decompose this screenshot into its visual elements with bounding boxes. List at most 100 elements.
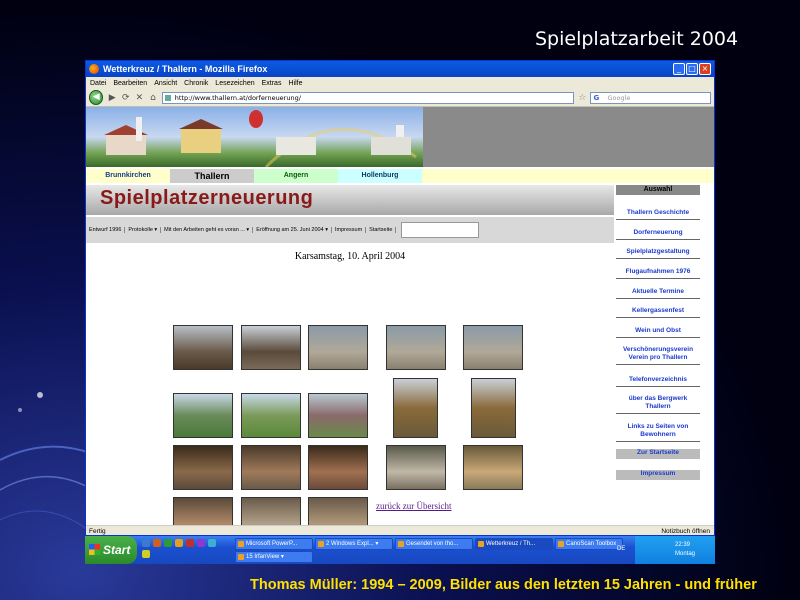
system-tray: DE 22:39 Montag [617, 536, 715, 564]
app-icon[interactable] [142, 550, 150, 558]
home-icon[interactable]: ⌂ [148, 93, 158, 103]
sub-navigation: Entwurf 1996 Protokolle ▾ Mit den Arbeit… [86, 217, 614, 243]
sidebar-item-wein-obst[interactable]: Wein und Obst [616, 327, 700, 338]
subnav-eroeffnung[interactable]: Eröffnung am 25. Juni 2004 ▾ [256, 227, 332, 233]
favicon-icon [164, 94, 171, 101]
menu-bar: Datei Bearbeiten Ansicht Chronik Lesezei… [86, 77, 714, 89]
menu-extras[interactable]: Extras [262, 80, 282, 87]
subnav-startseite[interactable]: Startseite [369, 227, 397, 233]
task-gesendet[interactable]: Gesendet von tho... [395, 538, 473, 550]
reload-icon[interactable]: ⟳ [121, 93, 131, 103]
app-icon[interactable] [186, 539, 194, 547]
nav-toolbar: ◀ ▶ ⟳ ✕ ⌂ http://www.thallern.at/dorfern… [86, 89, 714, 107]
bookmark-star-icon[interactable]: ☆ [578, 93, 586, 103]
sidebar: Auswahl Thallern Geschichte Dorferneueru… [614, 185, 714, 525]
photo-thumbnail[interactable] [386, 445, 446, 490]
photo-thumbnail[interactable] [173, 325, 233, 370]
stop-icon[interactable]: ✕ [135, 93, 145, 103]
minimize-button[interactable]: _ [673, 63, 685, 75]
close-button[interactable]: × [699, 63, 711, 75]
task-powerpoint[interactable]: Microsoft PowerP... [235, 538, 313, 550]
firefox-icon [89, 64, 99, 74]
sidebar-item-links[interactable]: Links zu Seiten von Bewohnern [616, 423, 700, 442]
subnav-entwurf[interactable]: Entwurf 1996 [89, 227, 126, 233]
photo-thumbnail[interactable] [308, 497, 368, 525]
photo-thumbnail[interactable] [241, 445, 301, 490]
subnav-arbeiten[interactable]: Mit den Arbeiten geht es voran ... ▾ [164, 227, 254, 233]
sidebar-item-dorferneuerung[interactable]: Dorferneuerung [616, 229, 700, 240]
back-to-overview-link[interactable]: zurück zur Übersicht [376, 501, 451, 511]
app-icon[interactable] [208, 539, 216, 547]
sidebar-item-telefon[interactable]: Telefonverzeichnis [616, 376, 700, 387]
menu-bearbeiten[interactable]: Bearbeiten [113, 80, 147, 87]
menu-lesezeichen[interactable]: Lesezeichen [215, 80, 254, 87]
photo-thumbnail[interactable] [241, 393, 301, 438]
photo-thumbnail[interactable] [308, 445, 368, 490]
photo-thumbnail[interactable] [173, 445, 233, 490]
app-icon[interactable] [164, 539, 172, 547]
page-headline: Spielplatzerneuerung [86, 185, 614, 215]
photo-thumbnail[interactable] [241, 497, 301, 525]
sidebar-item-spielplatzgestaltung[interactable]: Spielplatzgestaltung [616, 248, 700, 259]
photo-thumbnail[interactable] [308, 325, 368, 370]
subnav-protokolle[interactable]: Protokolle ▾ [128, 227, 162, 233]
photo-thumbnail[interactable] [463, 325, 523, 370]
maximize-button[interactable]: □ [686, 63, 698, 75]
app-icon[interactable] [175, 539, 183, 547]
quick-launch [142, 539, 226, 558]
sidebar-item-kellergassenfest[interactable]: Kellergassenfest [616, 307, 700, 318]
menu-chronik[interactable]: Chronik [184, 80, 208, 87]
village-panorama-image [86, 107, 423, 167]
menu-ansicht[interactable]: Ansicht [154, 80, 177, 87]
subnav-impressum[interactable]: Impressum [335, 227, 367, 233]
photo-thumbnail[interactable] [241, 325, 301, 370]
desktop-icon[interactable] [142, 539, 150, 547]
photo-thumbnail[interactable] [463, 445, 523, 490]
taskbar: Start Microsoft PowerP... 2 Windows Expl… [85, 536, 715, 564]
tab-hollenburg[interactable]: Hollenburg [338, 169, 422, 183]
task-irfanview[interactable]: 15 IrfanView ▾ [235, 551, 313, 563]
search-input[interactable]: G Google [590, 91, 711, 104]
browser-window: Wetterkreuz / Thallern - Mozilla Firefox… [85, 60, 715, 536]
tab-thallern[interactable]: Thallern [170, 169, 254, 183]
firefox-quick-icon[interactable] [153, 539, 161, 547]
window-title: Wetterkreuz / Thallern - Mozilla Firefox [103, 64, 268, 74]
site-tabs: Brunnkirchen Thallern Angern Hollenburg [86, 169, 714, 183]
url-field[interactable]: http://www.thallern.at/dorferneuerung/ [161, 91, 575, 104]
task-canoscan[interactable]: CanoScan Toolbox [555, 538, 623, 550]
photo-thumbnail[interactable] [173, 497, 233, 525]
forward-button[interactable]: ▶ [107, 93, 117, 103]
slide-title: Spielplatzarbeit 2004 [535, 28, 739, 50]
date-heading: Karsamstag, 10. April 2004 [294, 251, 406, 262]
sidebar-item-startseite[interactable]: Zur Startseite [616, 449, 700, 459]
search-placeholder: Google [607, 93, 631, 102]
app-icon[interactable] [197, 539, 205, 547]
sidebar-item-impressum[interactable]: Impressum [616, 470, 700, 480]
notebook-button[interactable]: Notizbuch öffnen [661, 526, 710, 535]
sidebar-item-bergwerk[interactable]: über das Bergwerk Thallern [616, 395, 700, 414]
photo-thumbnail[interactable] [308, 393, 368, 438]
photo-thumbnail[interactable] [393, 378, 438, 438]
tab-angern[interactable]: Angern [254, 169, 338, 183]
sidebar-item-verschoenerungsverein[interactable]: Verschönerungsverein Verein pro Thallern [616, 346, 700, 365]
task-firefox[interactable]: Wetterkreuz / Th... [475, 538, 553, 550]
language-indicator[interactable]: DE [617, 546, 625, 552]
photo-thumbnail[interactable] [386, 325, 446, 370]
title-bar: Wetterkreuz / Thallern - Mozilla Firefox… [86, 61, 714, 77]
sidebar-item-termine[interactable]: Aktuelle Termine [616, 288, 700, 299]
task-windows-explorer[interactable]: 2 Windows Expl... ▾ [315, 538, 393, 550]
sidebar-item-geschichte[interactable]: Thallern Geschichte [616, 209, 700, 220]
clock-time[interactable]: 22:39 [675, 542, 690, 548]
main-area: Spielplatzerneuerung Entwurf 1996 Protok… [86, 185, 614, 525]
menu-datei[interactable]: Datei [90, 80, 106, 87]
slide-caption: Thomas Müller: 1994 – 2009, Bilder aus d… [250, 577, 757, 593]
start-button[interactable]: Start [85, 536, 137, 564]
subnav-search-box[interactable] [401, 222, 480, 238]
menu-hilfe[interactable]: Hilfe [288, 80, 302, 87]
tab-brunnkirchen[interactable]: Brunnkirchen [86, 169, 170, 183]
url-text: http://www.thallern.at/dorferneuerung/ [174, 93, 301, 102]
sidebar-item-flugaufnahmen[interactable]: Flugaufnahmen 1976 [616, 268, 700, 279]
photo-thumbnail[interactable] [471, 378, 516, 438]
back-button[interactable]: ◀ [89, 90, 104, 105]
photo-thumbnail[interactable] [173, 393, 233, 438]
